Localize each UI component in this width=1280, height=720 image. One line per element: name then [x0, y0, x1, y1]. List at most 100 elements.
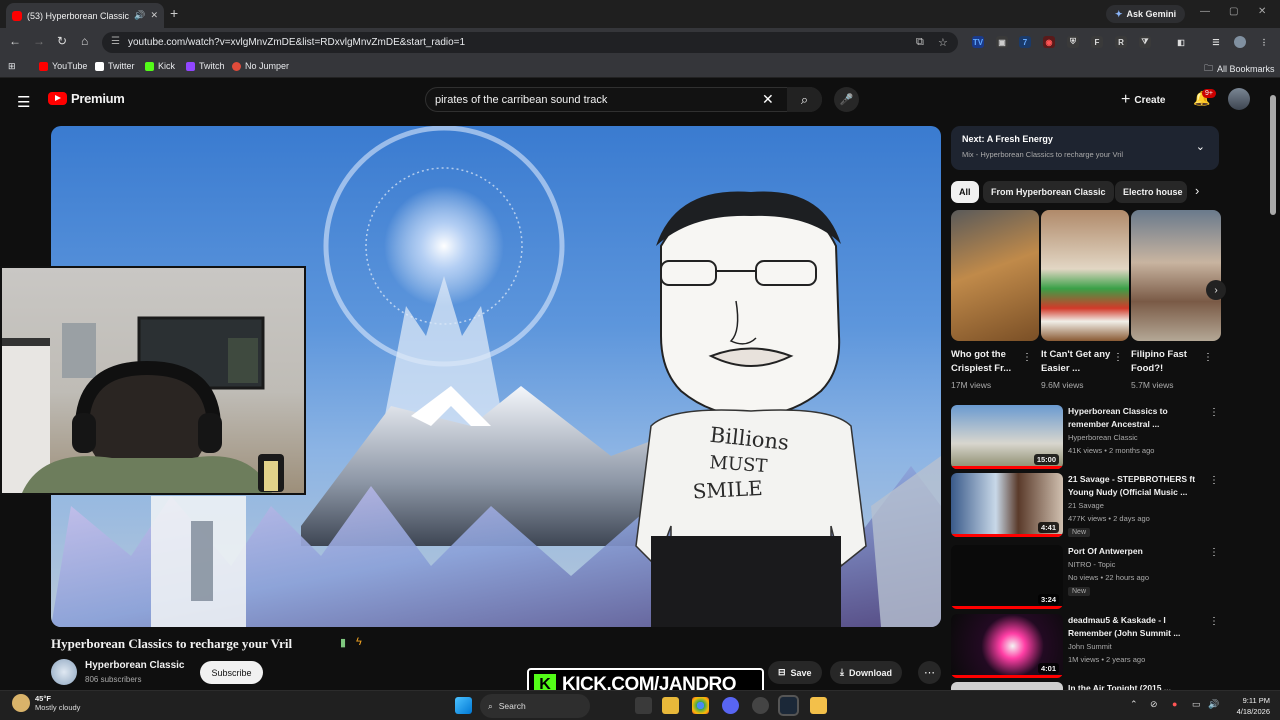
up-next-panel[interactable]: Next: A Fresh Energy Mix - Hyperborean C… — [951, 126, 1219, 170]
back-icon[interactable]: ← — [9, 34, 21, 48]
recommendation-item[interactable]: In the Air Tonight (2015 ... — [951, 682, 1219, 690]
extension-r-icon[interactable]: R — [1115, 36, 1127, 48]
short-thumbnail[interactable] — [951, 210, 1039, 341]
short-menu-icon[interactable]: ⋮ — [1203, 352, 1213, 363]
extension-7tv-icon[interactable]: 7 — [1019, 36, 1031, 48]
bookmark-youtube[interactable]: YouTube — [39, 61, 87, 71]
recommendation-item[interactable]: 3:24 Port Of Antwerpen NITRO - Topic No … — [951, 545, 1219, 609]
system-clock[interactable]: 9:11 PM 4/18/2026 — [1224, 695, 1270, 717]
bookmark-no-jumper[interactable]: No Jumper — [232, 61, 289, 71]
account-avatar[interactable] — [1228, 88, 1250, 110]
clear-search-icon[interactable]: ✕ — [762, 91, 774, 108]
app-icon[interactable] — [752, 697, 769, 714]
task-view-icon[interactable] — [635, 697, 652, 714]
extension-f-icon[interactable]: F — [1091, 36, 1103, 48]
ask-gemini-button[interactable]: ✦ Ask Gemini — [1106, 5, 1186, 23]
weather-widget[interactable]: 45°F Mostly cloudy — [12, 694, 80, 712]
recommendation-item[interactable]: 4:41 21 Savage - STEPBROTHERS ft Young N… — [951, 473, 1219, 537]
profile-avatar[interactable] — [1234, 36, 1246, 48]
home-icon[interactable]: ⌂ — [81, 34, 88, 48]
rec-thumbnail[interactable]: 4:01 — [951, 614, 1063, 678]
short-thumbnail[interactable] — [1041, 210, 1129, 341]
tab-search-icon[interactable]: ☰ — [1210, 36, 1222, 48]
search-button[interactable]: ⌕ — [787, 87, 822, 112]
youtube-premium-logo[interactable]: Premium — [48, 91, 125, 106]
maximize-icon[interactable]: ▢ — [1229, 6, 1238, 17]
extensions-puzzle-icon[interactable]: ⧩ — [1139, 36, 1151, 48]
microphone-tray-icon[interactable]: ● — [1172, 699, 1177, 709]
rec-thumbnail[interactable] — [951, 682, 1063, 690]
network-icon[interactable]: ⊘ — [1150, 699, 1158, 710]
rec-menu-icon[interactable]: ⋮ — [1209, 547, 1219, 558]
more-actions-icon[interactable]: ⋯ — [918, 661, 941, 684]
rec-title[interactable]: Port Of Antwerpen — [1068, 545, 1203, 558]
rec-title[interactable]: 21 Savage - STEPBROTHERS ft Young Nudy (… — [1068, 473, 1203, 499]
rec-title[interactable]: Hyperborean Classics to remember Ancestr… — [1068, 405, 1203, 431]
extension-record-icon[interactable]: ◉ — [1043, 36, 1055, 48]
menu-kebab-icon[interactable]: ⋮ — [1258, 36, 1270, 48]
create-button[interactable]: + Create — [1121, 89, 1165, 111]
tray-overflow-icon[interactable]: ⌃ — [1130, 699, 1138, 710]
reload-icon[interactable]: ↻ — [57, 34, 67, 48]
short-thumbnail[interactable] — [1131, 210, 1221, 341]
rec-title[interactable]: In the Air Tonight (2015 ... — [1068, 682, 1203, 690]
notes-app-icon[interactable] — [810, 697, 827, 714]
forward-icon[interactable]: → — [33, 34, 45, 48]
volume-icon[interactable]: 🔊 — [1208, 699, 1219, 710]
new-tab-icon[interactable]: + — [170, 5, 178, 21]
bookmark-twitter[interactable]: Twitter — [95, 61, 135, 71]
rec-thumbnail[interactable]: 3:24 — [951, 545, 1063, 609]
extension-shield-icon[interactable]: ⛨ — [1067, 36, 1079, 48]
install-app-icon[interactable]: ⧉ — [916, 36, 924, 49]
discord-icon[interactable] — [722, 697, 739, 714]
windows-start-icon[interactable] — [455, 697, 472, 714]
close-tab-icon[interactable]: ✕ — [150, 10, 158, 21]
recommendation-item[interactable]: 15:00 Hyperborean Classics to remember A… — [951, 405, 1219, 469]
rec-title[interactable]: deadmau5 & Kaskade - I Remember (John Su… — [1068, 614, 1203, 640]
display-icon[interactable]: ▭ — [1192, 699, 1201, 710]
page-scrollbar[interactable] — [1270, 95, 1276, 215]
bookmark-twitch[interactable]: Twitch — [186, 61, 225, 71]
rec-menu-icon[interactable]: ⋮ — [1209, 475, 1219, 486]
steam-icon[interactable] — [778, 695, 799, 716]
rec-menu-icon[interactable]: ⋮ — [1209, 616, 1219, 627]
taskbar-search[interactable]: ⌕ Search — [480, 694, 590, 718]
subscribe-button[interactable]: Subscribe — [200, 661, 263, 684]
channel-avatar[interactable] — [51, 659, 77, 685]
close-window-icon[interactable]: ✕ — [1258, 6, 1266, 17]
browser-tab[interactable]: (53) Hyperborean Classics to recharge yo… — [6, 3, 164, 28]
chip-all[interactable]: All — [951, 181, 979, 203]
recommendation-item[interactable]: 4:01 deadmau5 & Kaskade - I Remember (Jo… — [951, 614, 1219, 678]
download-button[interactable]: ⤓ Download — [830, 661, 902, 684]
guide-menu-icon[interactable]: ☰ — [17, 93, 30, 111]
short-menu-icon[interactable]: ⋮ — [1113, 352, 1123, 363]
shorts-next-icon[interactable]: › — [1206, 280, 1226, 300]
rec-thumbnail[interactable]: 4:41 — [951, 473, 1063, 537]
voice-search-button[interactable]: 🎤 — [834, 87, 859, 112]
minimize-icon[interactable]: — — [1200, 6, 1210, 17]
chrome-icon[interactable] — [692, 697, 709, 714]
side-panel-icon[interactable]: ◧ — [1175, 36, 1187, 48]
apps-grid-icon[interactable]: ⊞ — [8, 61, 16, 72]
site-info-icon[interactable]: ☰ — [111, 36, 120, 47]
extension-tv-icon[interactable]: TV — [972, 36, 984, 48]
chip-from-channel[interactable]: From Hyperborean Classic — [983, 181, 1114, 203]
bookmark-star-icon[interactable]: ☆ — [938, 36, 948, 49]
channel-name[interactable]: Hyperborean Classic — [85, 660, 185, 671]
short-menu-icon[interactable]: ⋮ — [1022, 352, 1032, 363]
speaker-icon[interactable]: 🔊 — [134, 10, 145, 21]
rec-thumbnail[interactable]: 15:00 — [951, 405, 1063, 469]
short-title[interactable]: Filipino Fast Food?! — [1131, 348, 1211, 376]
address-bar[interactable]: ☰ youtube.com/watch?v=xvlgMnvZmDE&list=R… — [102, 32, 958, 53]
rec-menu-icon[interactable]: ⋮ — [1209, 407, 1219, 418]
chips-next-icon[interactable]: › — [1195, 183, 1199, 198]
extension-screen-icon[interactable]: ▣ — [996, 36, 1008, 48]
save-button[interactable]: ⊟ Save — [768, 661, 822, 684]
file-explorer-icon[interactable] — [662, 697, 679, 714]
all-bookmarks[interactable]: 🗀 All Bookmarks — [1204, 61, 1275, 77]
short-title[interactable]: Who got the Crispiest Fr... — [951, 348, 1031, 376]
chip-electro-house[interactable]: Electro house — [1115, 181, 1187, 203]
short-title[interactable]: It Can't Get any Easier ... — [1041, 348, 1121, 376]
chevron-down-icon[interactable]: ⌄ — [1196, 140, 1205, 153]
bookmark-kick[interactable]: Kick — [145, 61, 175, 71]
